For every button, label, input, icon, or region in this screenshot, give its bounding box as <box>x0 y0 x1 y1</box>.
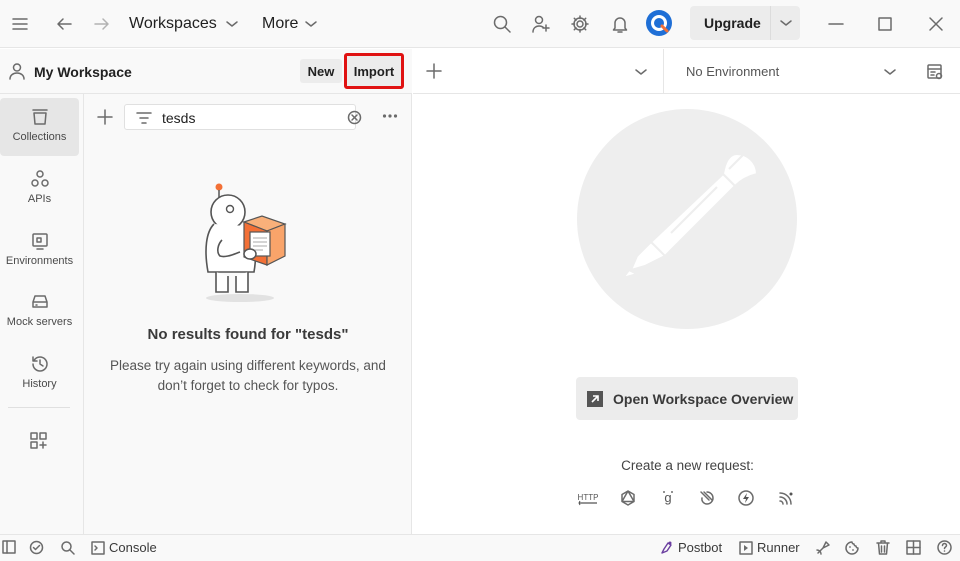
sidebar-item-label: History <box>22 378 57 390</box>
runner-button[interactable]: Runner <box>739 540 800 555</box>
empty-state-description-line: don’t forget to check for typos. <box>157 378 339 393</box>
sidebar-item-label: Collections <box>12 131 67 143</box>
close-window-icon[interactable] <box>924 12 948 36</box>
sidebar-item-mock-servers[interactable]: Mock servers <box>0 283 79 341</box>
upgrade-separator <box>770 6 771 40</box>
sidebar-item-collections[interactable]: Collections <box>0 98 79 156</box>
create-request-label: Create a new request: <box>413 458 960 473</box>
console-icon <box>91 540 105 555</box>
workspace-name[interactable]: My Workspace <box>34 64 132 80</box>
environment-chevron-down-icon[interactable] <box>883 67 897 77</box>
workspaces-label: Workspaces <box>129 15 217 32</box>
sidebar-rail: Collections APIs Environments Mock serve… <box>0 94 84 534</box>
environment-quick-look-icon[interactable] <box>926 63 944 81</box>
add-collection-icon[interactable] <box>96 108 114 126</box>
empty-state-title: No results found for "tesds" <box>147 326 349 343</box>
svg-text:g: g <box>664 490 671 505</box>
apis-icon <box>30 170 49 187</box>
open-workspace-overview-button[interactable]: Open Workspace Overview <box>576 377 798 420</box>
new-button[interactable]: New <box>300 59 342 83</box>
http-icon[interactable]: HTTP <box>576 487 600 509</box>
postbot-label: Postbot <box>678 540 723 555</box>
postman-logo <box>577 109 797 329</box>
main-area: Open Workspace Overview Create a new req… <box>413 94 960 534</box>
help-icon[interactable] <box>937 540 952 555</box>
invite-user-icon[interactable] <box>529 12 553 36</box>
maximize-window-icon[interactable] <box>873 12 897 36</box>
upgrade-label: Upgrade <box>704 15 761 31</box>
two-pane-view-icon[interactable] <box>906 540 921 555</box>
socketio-icon[interactable] <box>734 487 758 509</box>
collections-icon <box>31 109 48 125</box>
environment-divider <box>663 49 664 94</box>
sidebar-item-environments[interactable]: Environments <box>0 222 79 280</box>
empty-state-description-line: Please try again using different keyword… <box>110 358 386 373</box>
upgrade-button[interactable]: Upgrade <box>690 6 800 40</box>
sidebar-item-label: APIs <box>27 193 52 205</box>
toggle-sidebar-icon[interactable] <box>2 540 16 554</box>
workspaces-menu[interactable]: Workspaces <box>129 12 239 36</box>
new-tab-icon[interactable] <box>426 63 442 79</box>
clear-search-icon[interactable] <box>347 110 362 125</box>
back-arrow-icon[interactable] <box>52 12 76 36</box>
cookies-icon[interactable] <box>845 540 860 555</box>
chevron-down-icon[interactable] <box>779 18 793 28</box>
more-options-icon[interactable] <box>382 113 398 119</box>
tabs-bar: No Environment <box>413 49 960 94</box>
search-icon[interactable] <box>490 12 514 36</box>
tabs-dropdown-chevron-down-icon[interactable] <box>634 67 648 77</box>
runner-icon <box>739 540 753 555</box>
mock-servers-icon <box>31 295 48 308</box>
sidebar-item-apis[interactable]: APIs <box>0 160 79 218</box>
sidebar-item-label: Environments <box>5 255 74 267</box>
environments-icon <box>31 233 48 250</box>
settings-gear-icon[interactable] <box>568 12 592 36</box>
graphql-icon[interactable] <box>616 487 640 509</box>
notifications-bell-icon[interactable] <box>608 12 632 36</box>
create-request-label-text: Create a new request: <box>621 458 754 473</box>
filter-icon <box>136 112 152 124</box>
collections-panel: tesds No results found for "tesds" Pleas… <box>84 94 412 534</box>
search-value: tesds <box>162 110 196 126</box>
configure-sidebar-icon[interactable] <box>29 431 49 451</box>
sidebar-item-history[interactable]: History <box>0 345 79 403</box>
search-input[interactable]: tesds <box>124 104 362 130</box>
runner-label: Runner <box>757 540 800 555</box>
postbot-icon <box>661 541 672 554</box>
user-icon <box>8 62 26 80</box>
status-bar: Console Postbot Runner <box>0 534 960 561</box>
more-menu[interactable]: More <box>262 12 318 36</box>
environment-selector[interactable]: No Environment <box>686 64 779 79</box>
title-bar: Workspaces More Upgrade <box>0 0 960 48</box>
websocket-icon[interactable] <box>695 487 719 509</box>
empty-state-description: Please try again using different keyword… <box>98 356 398 396</box>
astronaut-illustration <box>192 180 302 304</box>
sidebar-item-label: Mock servers <box>6 316 73 328</box>
grpc-icon[interactable]: g <box>656 487 680 509</box>
trash-icon[interactable] <box>876 540 890 555</box>
sync-status-icon[interactable] <box>29 540 44 555</box>
hamburger-menu-icon[interactable] <box>8 12 32 36</box>
chevron-down-icon <box>305 21 318 27</box>
sidebar-divider <box>8 407 70 408</box>
postbot-button[interactable]: Postbot <box>659 540 722 555</box>
chevron-down-icon <box>225 21 238 27</box>
console-button[interactable]: Console <box>91 540 157 555</box>
capture-requests-icon[interactable] <box>816 540 831 555</box>
open-external-icon <box>587 390 603 407</box>
mqtt-icon[interactable] <box>774 487 798 509</box>
avatar[interactable] <box>645 9 673 37</box>
http-icon-text: HTTP <box>578 493 599 502</box>
workspace-header: My Workspace New Import <box>0 49 412 94</box>
import-button[interactable]: Import <box>344 53 404 89</box>
console-label: Console <box>109 540 157 555</box>
history-icon <box>31 356 48 372</box>
more-label: More <box>262 15 299 32</box>
open-workspace-overview-label: Open Workspace Overview <box>613 390 794 407</box>
minimize-window-icon[interactable] <box>824 12 848 36</box>
forward-arrow-icon[interactable] <box>90 12 114 36</box>
find-icon[interactable] <box>60 540 75 555</box>
